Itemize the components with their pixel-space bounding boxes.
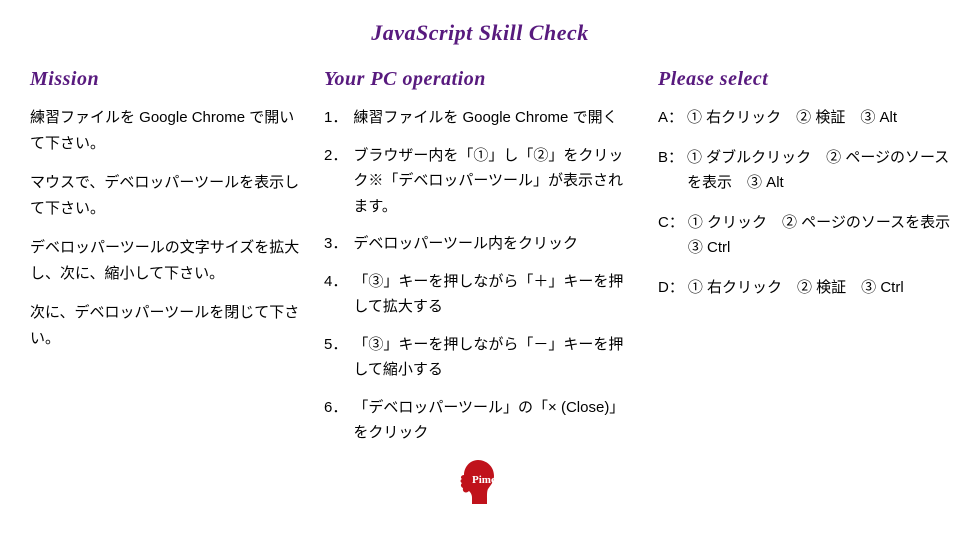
select-option: B： ① ダブルクリック ② ページのソースを表示 ③ Alt: [658, 145, 958, 196]
operation-step: 3． デベロッパーツール内をクリック: [324, 231, 634, 257]
mission-para: マウスで、デベロッパーツールを表示して下さい。: [30, 170, 300, 221]
operations-heading: Your PC operation: [324, 68, 634, 91]
option-label: A：: [658, 105, 683, 131]
step-number: 4．: [324, 269, 347, 320]
operations-column: Your PC operation 1． 練習ファイルを Google Chro…: [324, 68, 634, 506]
logo-wrap: Pimc: [324, 458, 634, 506]
step-number: 5．: [324, 332, 347, 383]
page-title: JavaScript Skill Check: [30, 20, 930, 46]
operation-step: 5． 「③」キーを押しながら「－」キーを押して縮小する: [324, 332, 634, 383]
option-text: ① 右クリック ② 検証 ③ Ctrl: [688, 275, 958, 301]
step-number: 2．: [324, 143, 347, 220]
select-column: Please select A： ① 右クリック ② 検証 ③ Alt B： ①…: [658, 68, 958, 506]
option-text: ① 右クリック ② 検証 ③ Alt: [687, 105, 958, 131]
step-text: 練習ファイルを Google Chrome で開く: [353, 105, 634, 131]
select-option: A： ① 右クリック ② 検証 ③ Alt: [658, 105, 958, 131]
step-text: 「③」キーを押しながら「－」キーを押して縮小する: [353, 332, 634, 383]
mission-para: 練習ファイルを Google Chrome で開いて下さい。: [30, 105, 300, 156]
select-option: C： ① クリック ② ページのソースを表示 ③ Ctrl: [658, 210, 958, 261]
mission-heading: Mission: [30, 68, 300, 91]
step-number: 3．: [324, 231, 347, 257]
operation-step: 4． 「③」キーを押しながら「＋」キーを押して拡大する: [324, 269, 634, 320]
mission-para: デベロッパーツールの文字サイズを拡大し、次に、縮小して下さい。: [30, 235, 300, 286]
step-text: 「デベロッパーツール」の「× (Close)」をクリック: [353, 395, 634, 446]
head-icon: Pimc: [456, 458, 502, 506]
option-label: D：: [658, 275, 684, 301]
logo-text: Pimc: [472, 474, 496, 486]
step-number: 6．: [324, 395, 347, 446]
select-option: D： ① 右クリック ② 検証 ③ Ctrl: [658, 275, 958, 301]
step-text: ブラウザー内を「①」し「②」をクリック※「デベロッパーツール」が表示されます。: [353, 143, 634, 220]
select-heading: Please select: [658, 68, 958, 91]
operation-step: 6． 「デベロッパーツール」の「× (Close)」をクリック: [324, 395, 634, 446]
mission-para: 次に、デベロッパーツールを閉じて下さい。: [30, 300, 300, 351]
step-number: 1．: [324, 105, 347, 131]
option-label: B：: [658, 145, 683, 196]
content-columns: Mission 練習ファイルを Google Chrome で開いて下さい。 マ…: [30, 68, 930, 506]
step-text: デベロッパーツール内をクリック: [353, 231, 634, 257]
option-text: ① クリック ② ページのソースを表示 ③ Ctrl: [688, 210, 958, 261]
option-text: ① ダブルクリック ② ページのソースを表示 ③ Alt: [687, 145, 958, 196]
mission-column: Mission 練習ファイルを Google Chrome で開いて下さい。 マ…: [30, 68, 300, 506]
operation-step: 1． 練習ファイルを Google Chrome で開く: [324, 105, 634, 131]
step-text: 「③」キーを押しながら「＋」キーを押して拡大する: [353, 269, 634, 320]
operation-step: 2． ブラウザー内を「①」し「②」をクリック※「デベロッパーツール」が表示されま…: [324, 143, 634, 220]
option-label: C：: [658, 210, 684, 261]
